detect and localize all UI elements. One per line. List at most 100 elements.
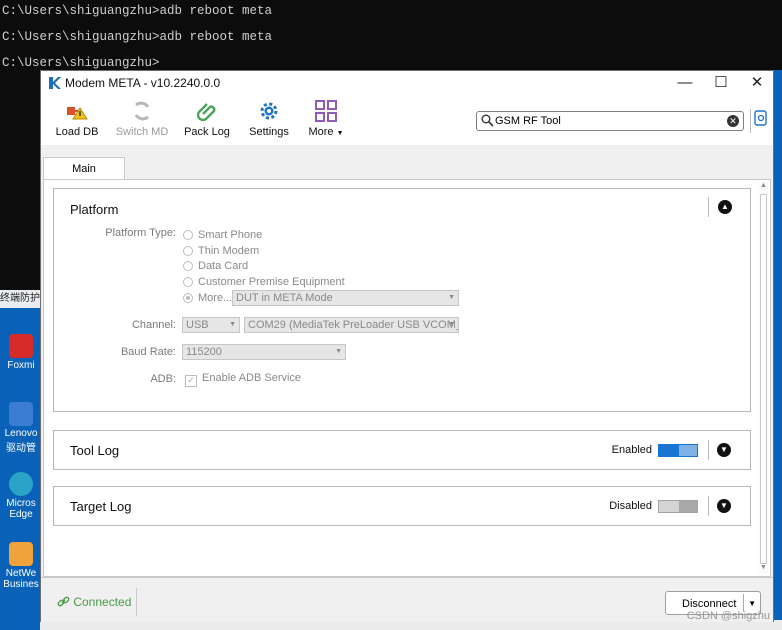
adb-label: ADB: bbox=[150, 373, 176, 385]
baud-rate-label: Baud Rate: bbox=[120, 346, 176, 358]
scroll-thumb[interactable] bbox=[760, 194, 767, 564]
console-line: C:\Users\shiguangzhu> bbox=[2, 56, 160, 70]
radio-dot bbox=[183, 261, 193, 271]
disconnect-label: Disconnect bbox=[682, 598, 737, 610]
status-divider bbox=[136, 588, 137, 616]
modem-meta-window: Modem META - v10.2240.0.0 — ☐ ✕ Load DB … bbox=[40, 70, 774, 622]
chevron-down-icon: ▼ bbox=[229, 321, 236, 328]
desktop-strip: 终端防护 Foxmi Lenovo 驱动管 Micros Edge NetWe … bbox=[0, 290, 42, 630]
switch-md-icon bbox=[134, 101, 150, 121]
desktop-banner: 终端防护 bbox=[0, 290, 42, 308]
main-content: ▲ ▼ Platform ▲ Platform Type: Smart Phon… bbox=[43, 179, 771, 577]
radio-smart-phone[interactable]: Smart Phone bbox=[183, 229, 262, 241]
toolbar-divider bbox=[750, 109, 751, 133]
tool-log-panel: Tool Log Enabled ▼ bbox=[53, 430, 751, 470]
desktop-icon-label: Lenovo 驱动管 bbox=[4, 428, 38, 454]
collapse-platform-icon[interactable]: ▲ bbox=[718, 200, 732, 214]
tab-bar: Main bbox=[41, 145, 773, 180]
toolbar-label: More bbox=[308, 126, 334, 138]
edge-icon bbox=[9, 472, 33, 496]
channel-label: Channel: bbox=[131, 319, 176, 331]
radio-dot bbox=[183, 246, 193, 256]
panel-divider bbox=[708, 197, 709, 217]
chevron-down-icon: ▼ bbox=[335, 348, 342, 355]
connection-text: Connected bbox=[73, 595, 132, 609]
more-button[interactable]: More ▼ bbox=[296, 99, 356, 138]
status-bar: Connected Disconnect ▼ bbox=[41, 577, 773, 622]
close-button[interactable]: ✕ bbox=[739, 71, 775, 95]
window-title: Modem META - v10.2240.0.0 bbox=[65, 76, 221, 90]
search-panel-icon[interactable] bbox=[754, 110, 768, 126]
toggle-knob bbox=[679, 501, 697, 512]
target-log-state: Disabled bbox=[609, 500, 652, 512]
platform-panel: Platform ▲ Platform Type: Smart Phone Th… bbox=[53, 188, 751, 412]
target-log-title: Target Log bbox=[70, 499, 132, 514]
tool-log-state: Enabled bbox=[611, 444, 652, 456]
link-icon bbox=[57, 596, 70, 607]
radio-cpe[interactable]: Customer Premise Equipment bbox=[183, 276, 345, 288]
toolbar: Load DB Switch MD Pack Log Settings More… bbox=[41, 95, 773, 145]
chevron-down-icon: ▼ bbox=[448, 294, 455, 301]
connection-status: Connected bbox=[57, 595, 131, 609]
target-log-toggle[interactable] bbox=[658, 500, 698, 513]
desktop-icon-edge[interactable]: Micros Edge bbox=[0, 472, 42, 520]
scroll-up-icon[interactable]: ▲ bbox=[759, 182, 768, 192]
expand-tool-log-icon[interactable]: ▼ bbox=[717, 443, 731, 457]
tab-main[interactable]: Main bbox=[43, 157, 125, 180]
console-line: C:\Users\shiguangzhu>adb reboot meta bbox=[2, 4, 273, 18]
load-db-button[interactable]: Load DB bbox=[47, 99, 107, 138]
pack-log-button[interactable]: Pack Log bbox=[177, 99, 237, 138]
tool-log-title: Tool Log bbox=[70, 443, 120, 458]
desktop-icon-netweaver[interactable]: NetWe Busines bbox=[0, 542, 42, 590]
checkmark-icon: ✓ bbox=[185, 375, 197, 387]
grid-icon bbox=[315, 100, 337, 122]
app-logo-icon bbox=[49, 77, 61, 89]
platform-type-label: Platform Type: bbox=[105, 227, 176, 239]
panel-divider bbox=[708, 496, 709, 516]
settings-button[interactable]: Settings bbox=[239, 99, 299, 138]
maximize-button[interactable]: ☐ bbox=[703, 71, 739, 95]
title-bar[interactable]: Modem META - v10.2240.0.0 — ☐ ✕ bbox=[41, 71, 773, 95]
clear-search-icon[interactable]: ✕ bbox=[727, 115, 739, 127]
radio-thin-modem[interactable]: Thin Modem bbox=[183, 245, 259, 257]
console-line: C:\Users\shiguangzhu>adb reboot meta bbox=[2, 30, 273, 44]
port-select[interactable]: COM29 (MediaTek PreLoader USB VCOM_! ▼ bbox=[244, 317, 459, 333]
more-dropdown-icon: ▼ bbox=[336, 130, 344, 137]
foxmail-icon bbox=[9, 334, 33, 358]
search-icon bbox=[481, 114, 494, 127]
search-input[interactable] bbox=[495, 113, 723, 129]
vertical-scrollbar[interactable]: ▲ ▼ bbox=[759, 182, 768, 574]
desktop-icon-label: Micros Edge bbox=[6, 498, 36, 520]
expand-target-log-icon[interactable]: ▼ bbox=[717, 499, 731, 513]
radio-more[interactable]: More... bbox=[183, 292, 232, 304]
more-mode-select[interactable]: DUT in META Mode ▼ bbox=[232, 290, 459, 306]
gear-icon bbox=[260, 102, 278, 120]
lenovo-driver-icon bbox=[9, 402, 33, 426]
tool-log-toggle[interactable] bbox=[658, 444, 698, 457]
toolbar-label: Load DB bbox=[55, 126, 99, 138]
minimize-button[interactable]: — bbox=[667, 71, 703, 95]
radio-dot bbox=[183, 277, 193, 287]
desktop-icon-label: NetWe Busines bbox=[3, 568, 39, 590]
scroll-down-icon[interactable]: ▼ bbox=[759, 564, 768, 574]
baud-rate-select[interactable]: 115200 ▼ bbox=[182, 344, 346, 360]
netweaver-icon bbox=[9, 542, 33, 566]
paperclip-icon bbox=[196, 103, 216, 122]
chevron-down-icon: ▼ bbox=[448, 321, 455, 328]
target-log-panel: Target Log Disabled ▼ bbox=[53, 486, 751, 526]
radio-dot bbox=[183, 230, 193, 240]
watermark: CSDN @shigzhu bbox=[686, 610, 770, 622]
desktop-icon-foxmail[interactable]: Foxmi bbox=[0, 334, 42, 371]
switch-md-button[interactable]: Switch MD bbox=[112, 99, 172, 138]
radio-dot-selected bbox=[183, 293, 193, 303]
toggle-knob bbox=[679, 445, 697, 456]
desktop-icon-lenovo[interactable]: Lenovo 驱动管 bbox=[0, 402, 42, 454]
desktop-right-edge bbox=[774, 70, 782, 630]
toolbar-label: Switch MD bbox=[115, 126, 169, 138]
search-box[interactable]: ✕ bbox=[476, 111, 744, 131]
toolbar-label: Settings bbox=[249, 126, 289, 138]
enable-adb-checkbox[interactable]: ✓ Enable ADB Service bbox=[185, 372, 301, 387]
channel-select[interactable]: USB ▼ bbox=[182, 317, 240, 333]
load-db-icon bbox=[67, 107, 88, 120]
radio-data-card[interactable]: Data Card bbox=[183, 260, 248, 272]
